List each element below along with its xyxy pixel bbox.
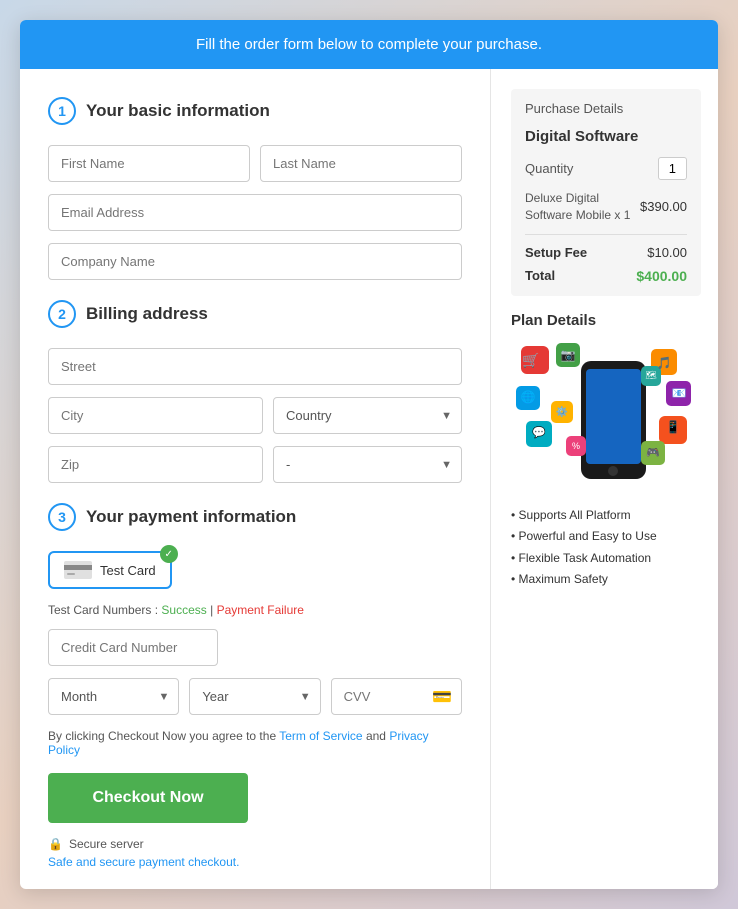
svg-text:📱: 📱: [666, 420, 681, 434]
quantity-value: 1: [658, 157, 687, 180]
svg-text:🎵: 🎵: [657, 356, 672, 370]
setup-fee-label: Setup Fee: [525, 245, 587, 260]
svg-text:⚙️: ⚙️: [556, 405, 568, 418]
lock-icon: 🔒: [48, 837, 63, 851]
city-input[interactable]: [48, 397, 263, 434]
banner-text: Fill the order form below to complete yo…: [196, 36, 542, 53]
terms-and: and: [366, 729, 386, 743]
secure-server: 🔒 Secure server: [48, 837, 462, 851]
email-row: [48, 194, 462, 231]
selected-check-icon: ✓: [160, 545, 178, 563]
phone-svg: 🛒 📷 🎵 📧 🌐 📱 💬 ⚙️ 🗺 % 🎮: [511, 341, 701, 491]
separator: |: [210, 603, 213, 617]
plan-features: Supports All Platform Powerful and Easy …: [511, 505, 701, 591]
section3-title: Your payment information: [86, 507, 296, 527]
svg-text:📧: 📧: [672, 386, 687, 400]
total-label: Total: [525, 268, 555, 284]
credit-card-input[interactable]: [48, 629, 218, 666]
month-select-wrap: Month 010203 040506 070809 101112 ▼: [48, 678, 179, 715]
first-name-input[interactable]: [48, 145, 250, 182]
card-payment-button[interactable]: ✓ Test Card: [48, 551, 172, 589]
year-select[interactable]: Year 202420252026 202720282029: [189, 678, 320, 715]
step3-circle: 3: [48, 503, 76, 531]
city-country-row: Country United States United Kingdom Can…: [48, 397, 462, 434]
credit-card-icon: [64, 561, 92, 579]
cvv-row: Month 010203 040506 070809 101112 ▼ Year…: [48, 678, 462, 715]
svg-text:🌐: 🌐: [521, 390, 536, 404]
state-select-wrap: - ▼: [273, 446, 462, 483]
right-panel: Purchase Details Digital Software Quanti…: [491, 69, 718, 889]
test-card-label: Test Card Numbers :: [48, 603, 158, 617]
total-row: Total $400.00: [525, 268, 687, 284]
zip-state-row: - ▼: [48, 446, 462, 483]
country-select-wrap: Country United States United Kingdom Can…: [273, 397, 462, 434]
svg-text:🎮: 🎮: [646, 447, 660, 459]
section1-heading: 1 Your basic information: [48, 97, 462, 125]
cvv-card-icon: 💳: [432, 687, 452, 707]
name-row: [48, 145, 462, 182]
step2-circle: 2: [48, 300, 76, 328]
setup-row: Setup Fee $10.00: [525, 245, 687, 260]
left-panel: 1 Your basic information 2 Billing addre…: [20, 69, 491, 889]
secure-label: Secure server: [69, 837, 144, 851]
country-select[interactable]: Country United States United Kingdom Can…: [273, 397, 462, 434]
feature-4: Maximum Safety: [511, 569, 701, 591]
product-row: Deluxe Digital Software Mobile x 1 $390.…: [525, 190, 687, 224]
svg-text:🗺: 🗺: [645, 370, 657, 380]
cvv-wrap: 💳: [331, 678, 462, 715]
total-value: $400.00: [636, 268, 687, 284]
product-price: $390.00: [640, 199, 687, 214]
feature-2: Powerful and Easy to Use: [511, 526, 701, 548]
terms-prefix: By clicking Checkout Now you agree to th…: [48, 729, 276, 743]
test-card-numbers: Test Card Numbers : Success | Payment Fa…: [48, 603, 462, 617]
quantity-row: Quantity 1: [525, 157, 687, 180]
feature-1: Supports All Platform: [511, 505, 701, 527]
main-card: Fill the order form below to complete yo…: [20, 20, 718, 889]
street-input[interactable]: [48, 348, 462, 385]
product-title: Digital Software: [525, 128, 687, 145]
purchase-details-box: Purchase Details Digital Software Quanti…: [511, 89, 701, 296]
terms-text: By clicking Checkout Now you agree to th…: [48, 729, 462, 757]
svg-text:%: %: [572, 441, 580, 451]
setup-fee-value: $10.00: [647, 245, 687, 260]
tos-link[interactable]: Term of Service: [279, 729, 362, 743]
credit-card-row: [48, 629, 462, 666]
failure-link[interactable]: Payment Failure: [217, 603, 304, 617]
section2-heading: 2 Billing address: [48, 300, 462, 328]
zip-input[interactable]: [48, 446, 263, 483]
payment-methods: ✓ Test Card: [48, 551, 462, 589]
state-select[interactable]: -: [273, 446, 462, 483]
checkout-button[interactable]: Checkout Now: [48, 773, 248, 823]
top-banner: Fill the order form below to complete yo…: [20, 20, 718, 69]
plan-details-title: Plan Details: [511, 312, 701, 329]
company-row: [48, 243, 462, 280]
step1-circle: 1: [48, 97, 76, 125]
year-select-wrap: Year 202420252026 202720282029 ▼: [189, 678, 320, 715]
card-label: Test Card: [100, 563, 156, 578]
svg-text:💬: 💬: [532, 426, 546, 439]
feature-3: Flexible Task Automation: [511, 548, 701, 570]
svg-text:🛒: 🛒: [522, 352, 539, 369]
safe-text: Safe and secure payment checkout.: [48, 855, 462, 869]
success-link[interactable]: Success: [161, 603, 206, 617]
section2-title: Billing address: [86, 304, 208, 324]
svg-text:📷: 📷: [561, 348, 576, 362]
purchase-details-title: Purchase Details: [525, 101, 687, 116]
divider: [525, 234, 687, 235]
company-name-input[interactable]: [48, 243, 462, 280]
phone-illustration: 🛒 📷 🎵 📧 🌐 📱 💬 ⚙️ 🗺 % 🎮: [511, 341, 701, 491]
month-select[interactable]: Month 010203 040506 070809 101112: [48, 678, 179, 715]
section1-title: Your basic information: [86, 101, 270, 121]
quantity-label: Quantity: [525, 161, 573, 176]
email-input[interactable]: [48, 194, 462, 231]
product-name: Deluxe Digital Software Mobile x 1: [525, 190, 640, 224]
section3-heading: 3 Your payment information: [48, 503, 462, 531]
street-row: [48, 348, 462, 385]
last-name-input[interactable]: [260, 145, 462, 182]
content-area: 1 Your basic information 2 Billing addre…: [20, 69, 718, 889]
